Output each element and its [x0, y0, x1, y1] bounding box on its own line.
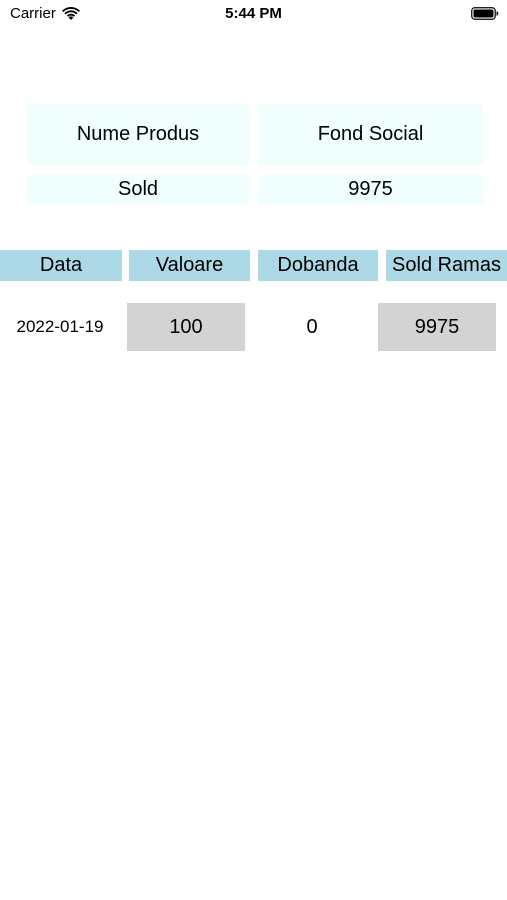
column-header-value: Valoare [129, 250, 250, 281]
row-interest: 0 [306, 315, 318, 338]
balance-label: Sold [27, 175, 249, 204]
column-header-date: Data [0, 250, 122, 281]
column-header-remaining: Sold Ramas [386, 250, 507, 281]
app-screen: Carrier 5:44 PM Nume Produs Fond Social … [0, 0, 507, 900]
clock: 5:44 PM [225, 5, 282, 22]
status-bar: Carrier 5:44 PM [0, 0, 507, 28]
battery-icon [471, 7, 499, 20]
product-name-label: Nume Produs [27, 104, 249, 165]
row-value: 100 [127, 303, 245, 351]
product-name-value: Fond Social [258, 104, 483, 165]
row-date: 2022-01-19 [16, 317, 104, 336]
column-header-interest: Dobanda [258, 250, 378, 281]
balance-value: 9975 [258, 175, 483, 204]
row-remaining: 9975 [378, 303, 496, 351]
